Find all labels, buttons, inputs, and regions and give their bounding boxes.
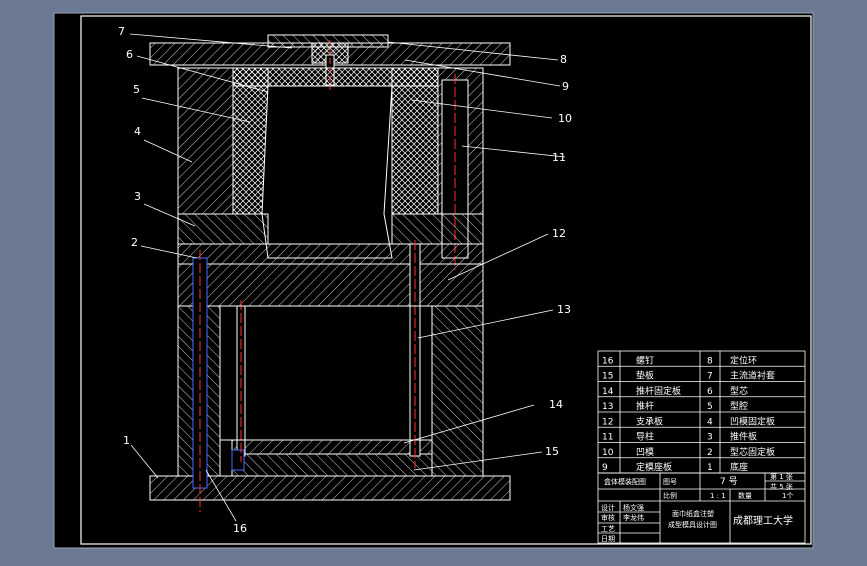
part-number: 11 <box>602 433 613 443</box>
part-number-2: 7 <box>707 372 713 382</box>
part-name-2: 主流道衬套 <box>730 370 775 382</box>
callout-4: 4 <box>134 125 141 138</box>
stripper-plate-left <box>177 213 269 245</box>
part-name: 定模座板 <box>636 461 672 473</box>
callout-2: 2 <box>131 236 138 249</box>
part-number-2: 1 <box>707 463 713 473</box>
part-name: 推杆 <box>636 400 654 412</box>
part-name-2: 底座 <box>730 461 748 473</box>
process-label: 工艺 <box>601 525 615 533</box>
designer-label: 设计 <box>601 503 615 512</box>
spacer-block-right <box>431 305 484 477</box>
checker-label: 审核 <box>601 513 615 522</box>
subject-line-1: 面巾纸盒注塑 <box>672 509 714 518</box>
part-number-2: 3 <box>707 433 713 443</box>
part-number-2: 5 <box>707 402 713 412</box>
qty-label: 数量 <box>738 491 752 500</box>
callout-15: 15 <box>545 445 559 458</box>
part-name-2: 推件板 <box>730 431 757 443</box>
callout-13: 13 <box>557 303 571 316</box>
cavity-insert-top <box>232 67 439 87</box>
part-name: 支承板 <box>636 415 663 427</box>
stripper-plate-right <box>391 213 484 245</box>
callout-3: 3 <box>134 190 141 203</box>
screw <box>231 449 245 471</box>
part-number: 12 <box>602 417 613 427</box>
callout-7: 7 <box>118 25 125 38</box>
callout-16: 16 <box>233 522 247 535</box>
callout-14: 14 <box>549 398 563 411</box>
part-name: 导柱 <box>636 431 654 443</box>
part-name-2: 型腔 <box>730 400 748 412</box>
school-name: 成都理工大学 <box>733 514 793 527</box>
part-number-2: 6 <box>707 387 713 397</box>
qty: 1个 <box>782 492 793 500</box>
part-name: 推杆固定板 <box>636 385 681 397</box>
part-name-2: 型芯固定板 <box>730 446 775 458</box>
callout-5: 5 <box>133 83 140 96</box>
part-name: 凹模 <box>636 447 654 458</box>
scale-label: 比例 <box>663 491 677 500</box>
cavity-retainer-left <box>177 67 234 215</box>
part-number-2: 4 <box>707 417 713 427</box>
core-retainer-left <box>177 243 484 265</box>
part-number: 9 <box>602 463 608 473</box>
mold-assembly <box>149 34 511 512</box>
date-label: 日期 <box>601 535 615 543</box>
scale: 1 : 1 <box>710 492 726 500</box>
callout-8: 8 <box>560 53 567 66</box>
sheet-number: 第 1 张 <box>770 472 793 481</box>
drawing-canvas: 7 6 5 4 3 2 1 16 8 9 10 11 12 13 14 15 1… <box>53 12 814 549</box>
drawing-no: 7 号 <box>720 476 738 487</box>
callout-1: 1 <box>123 434 130 447</box>
part-number-2: 2 <box>707 448 713 458</box>
callout-11: 11 <box>552 151 566 164</box>
assembly-name: 盒体模装配图 <box>604 477 646 486</box>
part-name-2: 凹模固定板 <box>730 415 775 427</box>
callout-12: 12 <box>552 227 566 240</box>
sheet-total: 共 5 张 <box>770 482 793 491</box>
callout-10: 10 <box>558 112 572 125</box>
ejector-plate <box>231 453 433 477</box>
callout-9: 9 <box>562 80 569 93</box>
callout-6: 6 <box>126 48 133 61</box>
part-number: 13 <box>602 402 613 412</box>
part-number: 10 <box>602 448 614 458</box>
checker: 李龙伟 <box>623 513 644 522</box>
ejector-retainer-plate <box>231 439 433 455</box>
core <box>261 85 393 259</box>
drawing-no-label: 图号 <box>663 478 677 486</box>
subject-line-2: 成型模具设计图 <box>668 520 717 529</box>
part-number: 15 <box>602 372 613 382</box>
part-name-2: 型芯 <box>730 385 748 397</box>
part-name: 螺钉 <box>636 355 654 366</box>
part-name-2: 定位环 <box>730 354 757 366</box>
designer: 杨文强 <box>623 503 644 512</box>
part-number: 14 <box>602 387 614 397</box>
support-plate <box>177 263 484 307</box>
cad-drawing: 7 6 5 4 3 2 1 16 8 9 10 11 12 13 14 15 1… <box>0 0 867 562</box>
part-number: 16 <box>602 356 614 366</box>
cavity-insert-right <box>391 67 439 215</box>
part-number-2: 8 <box>707 356 713 366</box>
part-name: 垫板 <box>636 370 654 382</box>
